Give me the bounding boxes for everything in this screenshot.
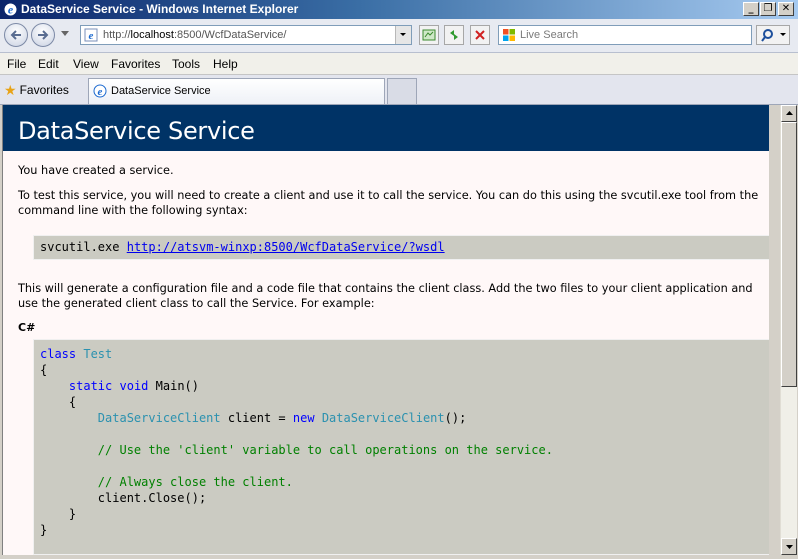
code-brace: } bbox=[68, 507, 77, 521]
code-sample: class Test { static void Main() { DataSe… bbox=[40, 346, 553, 538]
code-text: client = bbox=[227, 411, 286, 425]
window-title-bar: e DataService Service - Windows Internet… bbox=[0, 0, 798, 19]
stop-icon bbox=[475, 30, 485, 40]
refresh-icon bbox=[450, 30, 458, 40]
address-bar[interactable]: e http://localhost:8500/WcfDataService/ bbox=[80, 25, 412, 45]
windows-live-icon bbox=[503, 29, 515, 41]
generate-line-2: use the generated client class to call t… bbox=[18, 297, 375, 310]
scroll-thumb[interactable] bbox=[781, 122, 797, 387]
menu-help[interactable]: Help bbox=[213, 57, 238, 71]
refresh-button[interactable] bbox=[444, 25, 464, 45]
search-icon bbox=[761, 29, 786, 42]
code-type: DataServiceClient bbox=[97, 411, 221, 425]
forward-button[interactable] bbox=[31, 23, 55, 47]
content-gutter bbox=[769, 105, 780, 555]
code-text: (); bbox=[444, 411, 467, 425]
code-comment: // Use the 'client' variable to call ope… bbox=[97, 443, 553, 457]
command-box: svcutil.exe http://atsvm-winxp:8500/WcfD… bbox=[33, 235, 770, 260]
window-title: DataService Service - Windows Internet E… bbox=[21, 2, 299, 16]
tab-dataservice-service[interactable]: e DataService Service bbox=[88, 78, 385, 104]
instructions-line-1: To test this service, you will need to c… bbox=[18, 189, 759, 202]
instructions-line-2: command line with the following syntax: bbox=[18, 204, 248, 217]
scroll-up-button[interactable] bbox=[781, 105, 797, 122]
tab-label: DataService Service bbox=[111, 85, 211, 97]
compatibility-icon bbox=[422, 29, 436, 41]
vertical-scrollbar[interactable] bbox=[780, 105, 797, 555]
code-keyword: void bbox=[119, 379, 149, 393]
page-content: DataService Service You have created a s… bbox=[2, 105, 770, 555]
code-text: Main() bbox=[155, 379, 199, 393]
search-input[interactable]: Live Search bbox=[498, 25, 752, 45]
new-tab-button[interactable] bbox=[387, 78, 417, 104]
ie-logo-icon: e bbox=[4, 3, 17, 17]
code-keyword: class bbox=[40, 347, 77, 361]
svg-text:e: e bbox=[89, 30, 94, 42]
code-type: DataServiceClient bbox=[321, 411, 445, 425]
code-text: client.Close(); bbox=[97, 491, 207, 505]
code-comment: // Always close the client. bbox=[97, 475, 293, 489]
wsdl-link[interactable]: http://atsvm-winxp:8500/WcfDataService/?… bbox=[127, 240, 445, 254]
command-name: svcutil.exe bbox=[40, 240, 120, 254]
menu-file[interactable]: File bbox=[7, 57, 26, 71]
back-button[interactable] bbox=[4, 23, 28, 47]
menu-view[interactable]: View bbox=[73, 57, 99, 71]
chevron-down-icon bbox=[400, 33, 406, 36]
favorites-button[interactable]: ★ Favorites bbox=[4, 82, 69, 99]
svg-text:e: e bbox=[98, 86, 103, 98]
command-line: svcutil.exe http://atsvm-winxp:8500/WcfD… bbox=[40, 240, 445, 254]
code-brace: { bbox=[68, 395, 77, 409]
history-dropdown-icon[interactable] bbox=[61, 31, 69, 36]
code-type: Test bbox=[83, 347, 113, 361]
search-placeholder: Live Search bbox=[520, 29, 579, 41]
close-window-button[interactable]: ✕ bbox=[778, 2, 794, 16]
generate-line-1: This will generate a configuration file … bbox=[18, 282, 753, 295]
page-icon: e bbox=[84, 28, 98, 42]
navigation-bar: e http://localhost:8500/WcfDataService/ … bbox=[0, 19, 798, 53]
code-keyword: static bbox=[68, 379, 113, 393]
address-url[interactable]: http://localhost:8500/WcfDataService/ bbox=[103, 29, 286, 41]
scroll-down-button[interactable] bbox=[781, 538, 797, 555]
forward-arrow-icon bbox=[38, 30, 49, 40]
scroll-up-arrow-icon bbox=[786, 111, 793, 115]
favorites-label: Favorites bbox=[19, 83, 69, 97]
menu-tools[interactable]: Tools bbox=[172, 57, 200, 71]
menu-edit[interactable]: Edit bbox=[38, 57, 59, 71]
scroll-down-arrow-icon bbox=[786, 545, 793, 549]
search-button[interactable] bbox=[756, 25, 790, 45]
back-arrow-icon bbox=[10, 30, 21, 40]
page-title: DataService Service bbox=[18, 117, 255, 145]
intro-text: You have created a service. bbox=[18, 164, 174, 177]
page-icon: e bbox=[93, 84, 107, 98]
code-brace: } bbox=[40, 523, 48, 537]
menu-favorites[interactable]: Favorites bbox=[111, 57, 160, 71]
compatibility-button[interactable] bbox=[419, 25, 439, 45]
tab-bar: ★ Favorites e DataService Service bbox=[0, 75, 798, 105]
address-dropdown-button[interactable] bbox=[395, 26, 411, 44]
stop-button[interactable] bbox=[470, 25, 490, 45]
code-sample-box: class Test { static void Main() { DataSe… bbox=[33, 339, 770, 555]
svg-text:e: e bbox=[8, 3, 14, 17]
language-label: C# bbox=[18, 321, 36, 334]
menu-bar: File Edit View Favorites Tools Help bbox=[0, 53, 798, 75]
maximize-button[interactable]: ❐ bbox=[760, 2, 776, 16]
star-icon: ★ bbox=[4, 82, 17, 98]
heading-banner: DataService Service bbox=[3, 105, 770, 151]
code-brace: { bbox=[40, 363, 48, 377]
code-keyword: new bbox=[292, 411, 315, 425]
minimize-button[interactable]: _ bbox=[743, 2, 759, 16]
